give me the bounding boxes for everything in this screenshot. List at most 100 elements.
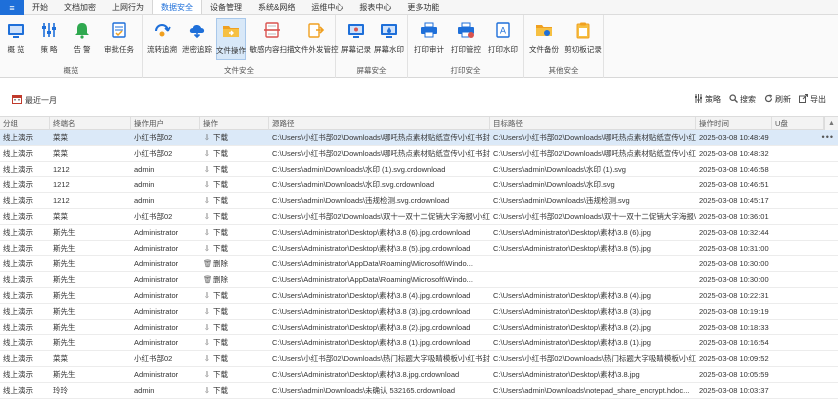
table-row[interactable]: 线上演示 斯先生 Administrator 🗑删除 C:\Users\Administ… — [0, 256, 838, 273]
cell-op-label: 删除 — [213, 275, 228, 285]
table-row[interactable]: 线上演示 斯先生 Administrator ⇩ 下载 C:\Users\Administ… — [0, 367, 838, 383]
table-row[interactable]: 线上演示 斯先生 Administrator 🗑删除 C:\Users\Administ… — [0, 272, 838, 288]
cell-terminal: 1212 — [53, 164, 70, 174]
ribbon-button-label: 概 览 — [7, 45, 25, 54]
column-header-2[interactable]: 操作用户 — [131, 117, 200, 130]
table-row[interactable]: 线上演示 斯先生 Administrator ⇩ 下载 C:\Users\Administ… — [0, 241, 838, 257]
ribbon-button-1-3[interactable]: 敏感内容扫描 — [248, 18, 296, 60]
ribbon-button-2-0[interactable]: 屏幕记录 — [340, 18, 372, 60]
ribbon-button-0-0[interactable]: 概 览 — [3, 18, 29, 60]
cell-src: C:\Users\Administrator\Desktop\素材\3.8 (2… — [272, 322, 471, 332]
table-row[interactable]: 线上演示 1212 admin ⇩ 下载 C:\Users\admin\Downloads… — [0, 177, 838, 194]
table-row[interactable]: 线上演示 菜菜 小红书部02 ⇩ 下载 C:\Users\小红书部02\Downloads… — [0, 351, 838, 367]
clipboard-icon — [574, 21, 592, 39]
app-menu-button[interactable]: ≡ — [0, 0, 24, 15]
ribbon-button-1-2[interactable]: 文件操作 — [216, 18, 246, 60]
cell-op-label: 下载 — [213, 306, 228, 316]
column-header-0[interactable]: 分组 — [0, 117, 50, 130]
table-row[interactable]: 线上演示 玲玲 admin ⇩ 下载 C:\Users\admin\Downloads\未… — [0, 383, 838, 399]
tab-6[interactable]: 运维中心 — [303, 0, 351, 14]
tab-3[interactable]: 数据安全 — [152, 0, 202, 14]
toolbar-button-label: 搜索 — [740, 95, 756, 104]
calendar-icon — [12, 94, 22, 106]
table-row[interactable]: 线上演示 1212 admin ⇩ 下载 C:\Users\admin\Downloads… — [0, 193, 838, 209]
table-header: 分组 终端名 操作用户 操作 源路径 目标路径 操作时间 U盘 ▲ — [0, 116, 838, 131]
ribbon-button-0-1[interactable]: 策 略 — [36, 18, 62, 60]
ribbon-button-4-1[interactable]: 剪切板记录 — [564, 18, 602, 60]
cell-group: 线上演示 — [3, 133, 33, 142]
ribbon-button-3-0[interactable]: 打印审计 — [412, 18, 446, 60]
tab-7[interactable]: 报表中心 — [351, 0, 399, 14]
cell-group: 线上演示 — [3, 385, 33, 395]
table-row[interactable]: 线上演示 斯先生 Administrator ⇩ 下载 C:\Users\Administ… — [0, 288, 838, 304]
scroll-up-icon[interactable]: ▲ — [824, 117, 838, 131]
toolbar-button-0[interactable]: 策略 — [694, 94, 721, 105]
ribbon-button-2-1[interactable]: 屏幕水印 — [373, 18, 405, 60]
more-options-icon[interactable]: ••• — [822, 130, 834, 145]
table-row[interactable]: 线上演示 斯先生 Administrator ⇩ 下载 C:\Users\Administ… — [0, 335, 838, 352]
toolbar-button-3[interactable]: 导出 — [799, 94, 826, 105]
ribbon-button-3-1[interactable]: 打印管控 — [449, 18, 483, 60]
toolbar-actions: 策略 搜索 刷新 导出 — [694, 94, 826, 105]
cell-time: 2025-03-08 10:32:44 — [699, 227, 769, 237]
table-row[interactable]: 线上演示 斯先生 Administrator ⇩ 下载 C:\Users\Administ… — [0, 320, 838, 336]
cell-terminal: 斯先生 — [53, 227, 76, 237]
table-row[interactable]: 线上演示 菜菜 小红书部02 ⇩ 下载 C:\Users\小红书部02\Downloads… — [0, 130, 838, 146]
cell-dst: C:\Users\admin\Downloads\notepad_share_e… — [493, 385, 690, 395]
column-header-6[interactable]: 操作时间 — [696, 117, 772, 130]
tab-0[interactable]: 开始 — [24, 0, 56, 14]
tab-5[interactable]: 系统&网络 — [250, 0, 303, 14]
column-header-3[interactable]: 操作 — [200, 117, 269, 130]
folder-icon — [222, 22, 240, 40]
download-icon: ⇩ — [203, 180, 211, 190]
cell-group: 线上演示 — [3, 306, 33, 316]
column-header-4[interactable]: 源路径 — [269, 117, 490, 130]
column-header-7[interactable]: U盘 — [772, 117, 824, 130]
cell-src: C:\Users\Administrator\Desktop\素材\3.8 (4… — [272, 290, 471, 300]
tab-2[interactable]: 上网行为 — [104, 0, 152, 14]
ribbon-button-1-0[interactable]: 流转追溯 — [146, 18, 178, 60]
cell-group: 线上演示 — [3, 259, 33, 269]
print-control-icon — [457, 21, 475, 39]
table-row[interactable]: 线上演示 斯先生 Administrator ⇩ 下载 C:\Users\Administ… — [0, 225, 838, 241]
cell-group: 线上演示 — [3, 164, 33, 174]
ribbon-button-1-4[interactable]: 文件外发管控 — [294, 18, 339, 60]
download-icon: ⇩ — [203, 369, 211, 379]
column-header-5[interactable]: 目标路径 — [490, 117, 696, 130]
ribbon-button-3-2[interactable]: A 打印水印 — [486, 18, 520, 60]
ribbon-button-1-1[interactable]: 泄密追踪 — [179, 18, 215, 60]
cell-op-label: 下载 — [213, 385, 228, 395]
cell-dst: C:\Users\Administrator\Desktop\素材\3.8 (4… — [493, 290, 651, 300]
download-icon: ⇩ — [203, 227, 211, 237]
cell-dst: C:\Users\Administrator\Desktop\素材\3.8 (5… — [493, 243, 651, 253]
ribbon-group-1: 流转追溯 泄密追踪 文件操作 敏感内容扫描 文件外发管控 文件安全 — [143, 15, 339, 78]
tab-4[interactable]: 设备管理 — [202, 0, 250, 14]
cell-op-label: 下载 — [213, 369, 228, 379]
file-operation-table: 分组 终端名 操作用户 操作 源路径 目标路径 操作时间 U盘 ▲ 线上演示 菜菜 小红书部02 ⇩ 下… — [0, 116, 838, 400]
date-range-button[interactable]: 最近一月 — [12, 94, 57, 106]
approval-icon — [110, 21, 128, 39]
cell-op: ⇩ 下载 — [200, 146, 269, 161]
cell-dst: C:\Users\Administrator\Desktop\素材\3.8 (2… — [493, 322, 651, 332]
cell-group: 线上演示 — [3, 196, 33, 206]
tab-8[interactable]: 更多功能 — [399, 0, 447, 14]
ribbon-button-4-0[interactable]: 文件备份 — [526, 18, 562, 60]
ribbon-button-0-2[interactable]: 告 警 — [69, 18, 95, 60]
cell-op-label: 下载 — [213, 243, 228, 253]
ribbon-button-label: 屏幕记录 — [341, 45, 371, 54]
toolbar-button-1[interactable]: 搜索 — [729, 94, 756, 105]
cell-dst: C:\Users\小红书部02\Downloads\哪吒热点素材贴纸宣传\小红 — [493, 148, 696, 158]
table-row[interactable]: 线上演示 菜菜 小红书部02 ⇩ 下载 C:\Users\小红书部02\Downloads… — [0, 146, 838, 162]
table-row[interactable]: 线上演示 菜菜 小红书部02 ⇩ 下载 C:\Users\小红书部02\Downloads… — [0, 209, 838, 225]
tab-1[interactable]: 文档加密 — [56, 0, 104, 14]
table-row[interactable]: 线上演示 斯先生 Administrator ⇩ 下载 C:\Users\Administ… — [0, 304, 838, 320]
cell-user: admin — [134, 164, 155, 174]
svg-text:A: A — [500, 27, 507, 37]
toolbar-button-2[interactable]: 刷新 — [764, 94, 791, 105]
column-header-1[interactable]: 终端名 — [50, 117, 131, 130]
ribbon-group-label: 概览 — [63, 66, 79, 75]
cell-group: 线上演示 — [3, 290, 33, 300]
table-row[interactable]: 线上演示 1212 admin ⇩ 下载 C:\Users\admin\Downloads… — [0, 162, 838, 178]
ribbon-button-0-3[interactable]: 审批任务 — [100, 18, 138, 60]
cell-op-label: 下载 — [213, 180, 228, 190]
